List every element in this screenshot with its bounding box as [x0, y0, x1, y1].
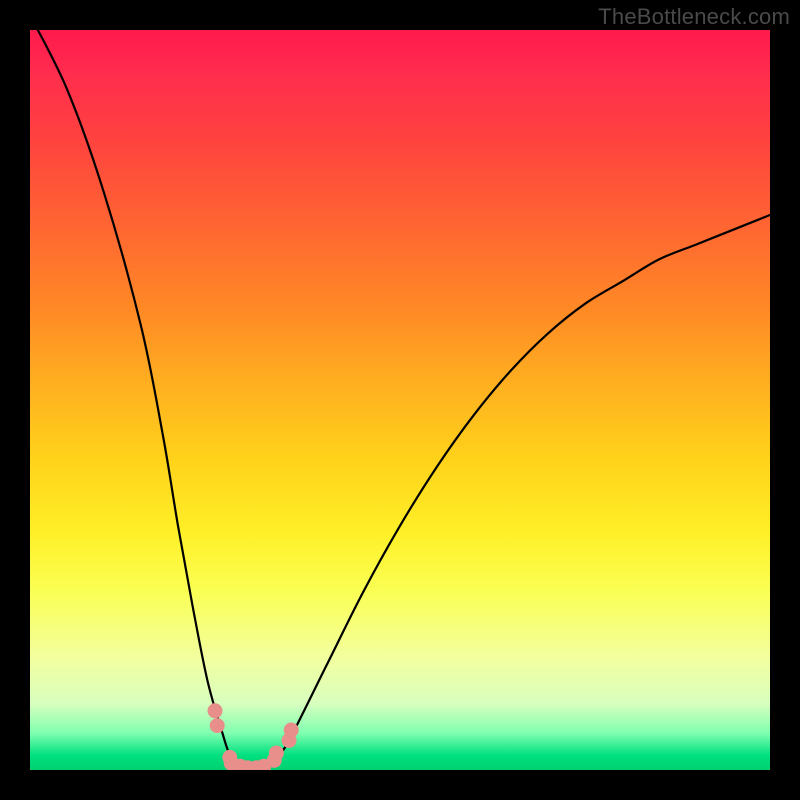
highlight-markers	[208, 703, 299, 770]
chart-plot-area	[30, 30, 770, 770]
watermark-text: TheBottleneck.com	[598, 4, 790, 30]
chart-svg	[30, 30, 770, 770]
bottleneck-curve-line	[30, 30, 770, 769]
highlight-marker	[210, 718, 225, 733]
highlight-marker	[269, 745, 284, 760]
highlight-marker	[284, 723, 299, 738]
highlight-marker	[208, 703, 223, 718]
